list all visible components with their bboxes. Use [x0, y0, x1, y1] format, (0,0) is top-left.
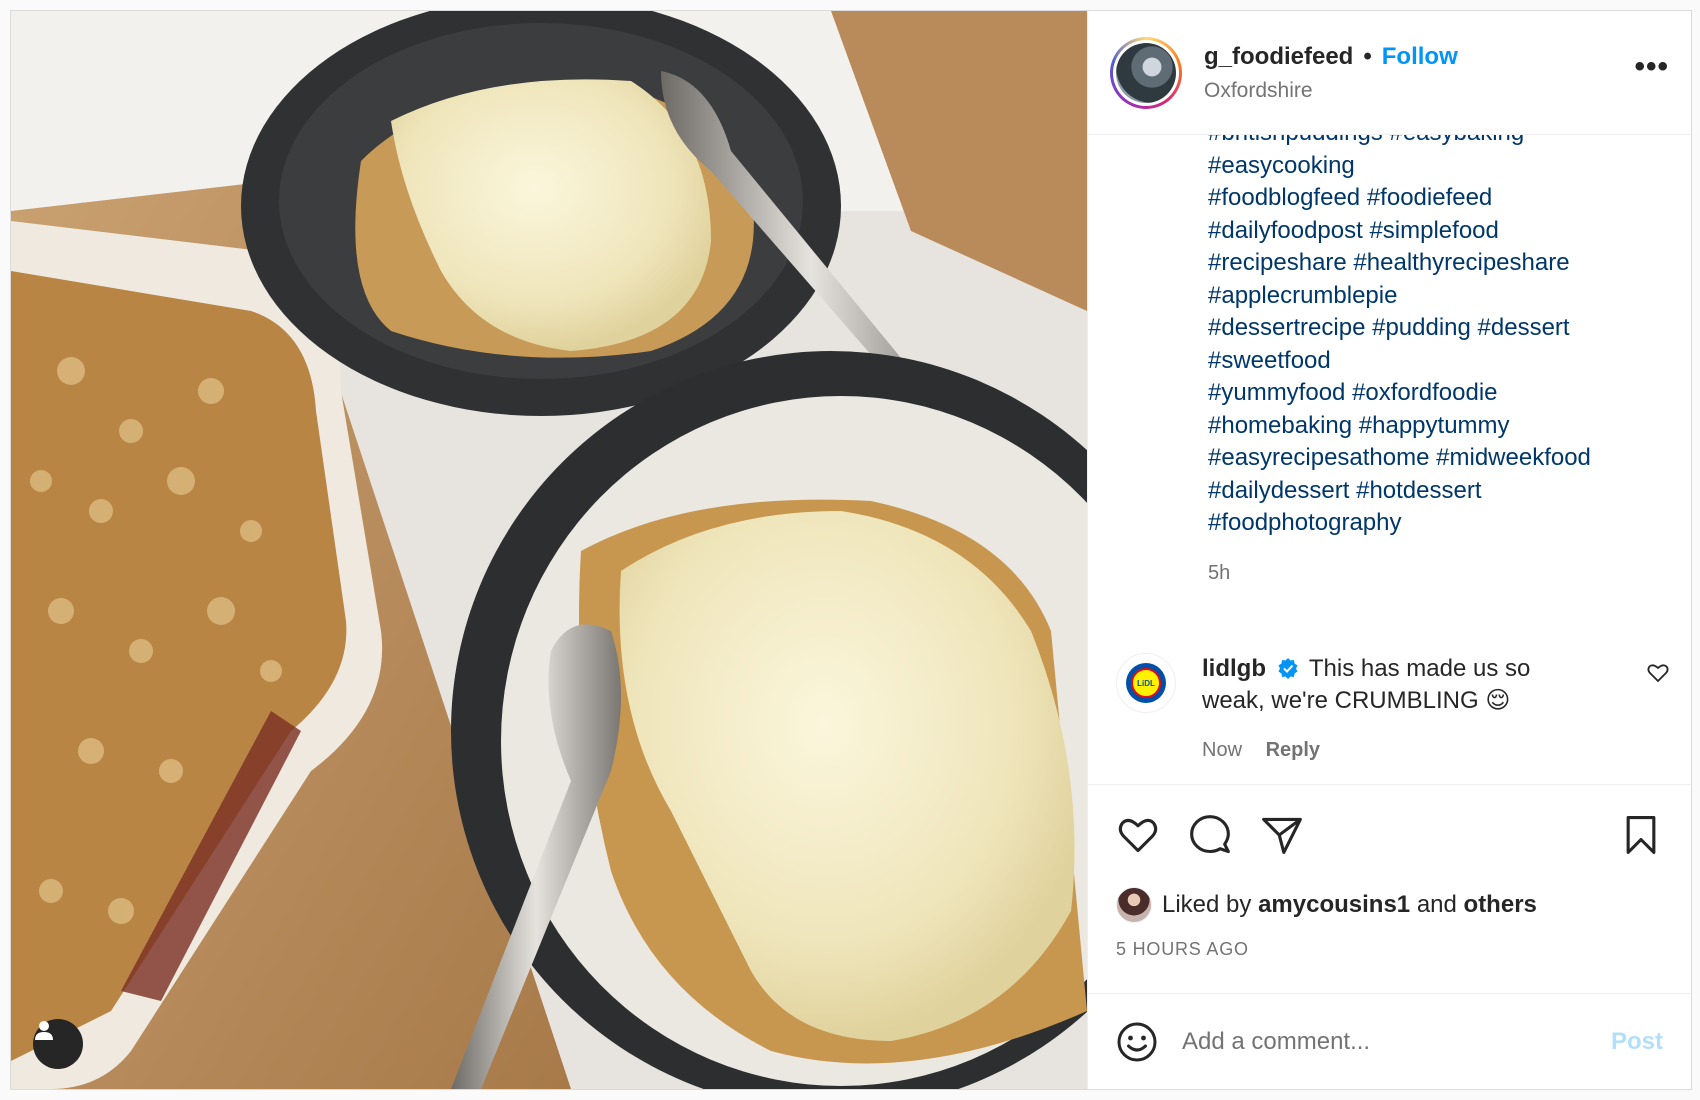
- hashtag-link[interactable]: #pudding: [1372, 314, 1471, 341]
- hashtag-link[interactable]: #healthyrecipeshare: [1353, 249, 1569, 276]
- action-bar: [1088, 785, 1691, 885]
- tagged-people-button[interactable]: [33, 1019, 83, 1069]
- hashtag-line: #dailydessert #hotdessert: [1208, 475, 1671, 508]
- header-line: g_foodiefeed • Follow: [1204, 43, 1634, 71]
- comment-username[interactable]: lidlgb: [1202, 655, 1266, 682]
- commenter-avatar[interactable]: LiDL: [1116, 653, 1176, 713]
- hashtag-line: #easycooking: [1208, 150, 1671, 183]
- hashtag-link[interactable]: #dessert: [1478, 314, 1570, 341]
- add-comment-bar: Post: [1088, 993, 1691, 1089]
- hashtag-link[interactable]: #dailydessert: [1208, 477, 1349, 504]
- hashtag-line: #britishpuddings #easybaking: [1208, 135, 1671, 150]
- comment-like-heart-icon[interactable]: [1645, 661, 1671, 685]
- hashtag-link[interactable]: #foodblogfeed: [1208, 184, 1360, 211]
- hashtag-link[interactable]: #britishpuddings: [1208, 135, 1383, 146]
- likes-and: and: [1416, 891, 1457, 918]
- hashtag-link[interactable]: #foodphotography: [1208, 509, 1402, 536]
- caption-hashtags: #britishpuddings #easybaking #easycooking…: [1208, 135, 1671, 540]
- hashtag-line: #foodphotography: [1208, 507, 1671, 540]
- story-ring-avatar[interactable]: [1110, 36, 1182, 109]
- header-text: g_foodiefeed • Follow Oxfordshire: [1204, 43, 1634, 103]
- comment-text: lidlgb This has made us so weak, we're C…: [1202, 653, 1562, 717]
- hashtag-link[interactable]: #easycooking: [1208, 152, 1355, 179]
- comment-time[interactable]: Now: [1202, 739, 1242, 761]
- lidl-logo: LiDL: [1126, 663, 1166, 703]
- likes-prefix: Liked by: [1162, 891, 1252, 918]
- comment-meta: Now Reply: [1202, 739, 1645, 762]
- hashtag-link[interactable]: #easybaking: [1389, 135, 1524, 146]
- hashtag-link[interactable]: #homebaking: [1208, 412, 1352, 439]
- hashtag-link[interactable]: #hotdessert: [1356, 477, 1481, 504]
- lidl-logo-text: LiDL: [1131, 668, 1161, 698]
- reply-button[interactable]: Reply: [1266, 739, 1320, 761]
- hashtag-line: #easyrecipesathome #midweekfood: [1208, 442, 1671, 475]
- post-photo[interactable]: [11, 11, 1087, 1089]
- hashtag-link[interactable]: #foodiefeed: [1367, 184, 1492, 211]
- comments-scroll-area[interactable]: #britishpuddings #easybaking #easycooking…: [1088, 135, 1691, 785]
- comment-icon[interactable]: [1188, 813, 1232, 857]
- post-header: g_foodiefeed • Follow Oxfordshire •••: [1088, 11, 1691, 135]
- bookmark-icon[interactable]: [1619, 813, 1663, 857]
- hashtag-link[interactable]: #happytummy: [1359, 412, 1510, 439]
- hashtag-line: #yummyfood #oxfordfoodie: [1208, 377, 1671, 410]
- liker-username[interactable]: amycousins1: [1258, 891, 1410, 919]
- hashtag-link[interactable]: #recipeshare: [1208, 249, 1347, 276]
- hashtag-line: #dailyfoodpost #simplefood: [1208, 215, 1671, 248]
- hashtag-link[interactable]: #midweekfood: [1436, 444, 1591, 471]
- location-link[interactable]: Oxfordshire: [1204, 79, 1634, 103]
- follow-button[interactable]: Follow: [1382, 43, 1458, 71]
- share-icon[interactable]: [1260, 813, 1304, 857]
- hashtag-link[interactable]: #applecrumblepie: [1208, 282, 1397, 309]
- likes-others-link[interactable]: others: [1464, 891, 1537, 919]
- hashtag-line: #homebaking #happytummy: [1208, 410, 1671, 443]
- caption: #britishpuddings #easybaking #easycooking…: [1208, 135, 1671, 585]
- more-options-icon[interactable]: •••: [1634, 50, 1669, 96]
- post-timestamp[interactable]: 5 HOURS AGO: [1088, 939, 1691, 993]
- hashtag-link[interactable]: #yummyfood: [1208, 379, 1345, 406]
- avatar: [1116, 42, 1176, 103]
- hashtag-link[interactable]: #sweetfood: [1208, 347, 1331, 374]
- post-side-panel: g_foodiefeed • Follow Oxfordshire ••• #b…: [1087, 11, 1691, 1089]
- comment-input[interactable]: [1180, 1026, 1611, 1057]
- hashtag-link[interactable]: #oxfordfoodie: [1352, 379, 1497, 406]
- person-icon: [35, 1021, 53, 1040]
- instagram-post: g_foodiefeed • Follow Oxfordshire ••• #b…: [10, 10, 1692, 1090]
- post-comment-button[interactable]: Post: [1611, 1028, 1663, 1056]
- hashtag-line: #foodblogfeed #foodiefeed: [1208, 182, 1671, 215]
- hashtag-link[interactable]: #simplefood: [1369, 217, 1498, 244]
- hashtag-link[interactable]: #dessertrecipe: [1208, 314, 1365, 341]
- likes-summary: Liked by amycousins1 and others: [1088, 885, 1691, 925]
- hashtag-line: #recipeshare #healthyrecipeshare: [1208, 247, 1671, 280]
- hashtag-line: #sweetfood: [1208, 345, 1671, 378]
- liker-avatar[interactable]: [1116, 887, 1152, 923]
- crumble-photo-illustration: [11, 11, 1087, 1089]
- comment-item: LiDL lidlgb This has made us so weak, we…: [1116, 653, 1671, 762]
- emoji-icon[interactable]: [1116, 1021, 1158, 1063]
- hashtag-link[interactable]: #easyrecipesathome: [1208, 444, 1429, 471]
- username-link[interactable]: g_foodiefeed: [1204, 43, 1353, 71]
- comment-body: lidlgb This has made us so weak, we're C…: [1202, 653, 1645, 762]
- avatar-inner: [1113, 39, 1179, 106]
- hashtag-line: #dessertrecipe #pudding #dessert: [1208, 312, 1671, 345]
- caption-time[interactable]: 5h: [1208, 562, 1671, 585]
- separator-dot: •: [1363, 42, 1372, 70]
- hashtag-link[interactable]: #dailyfoodpost: [1208, 217, 1363, 244]
- verified-badge-icon: [1278, 658, 1298, 679]
- hashtag-line: #applecrumblepie: [1208, 280, 1671, 313]
- heart-icon[interactable]: [1116, 813, 1160, 857]
